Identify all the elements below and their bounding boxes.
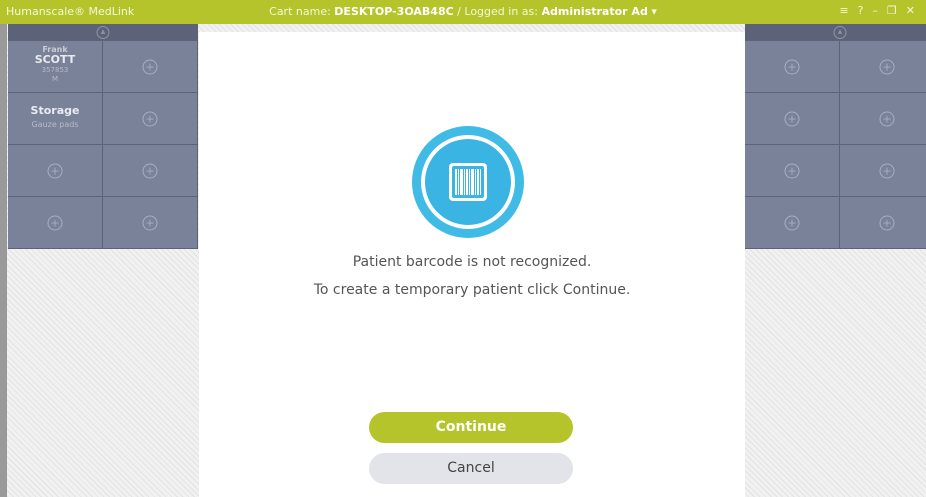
- cart-label: Cart name:: [269, 5, 331, 18]
- cart-name: DESKTOP-3OAB48C: [334, 5, 454, 18]
- drawer-empty[interactable]: +: [840, 197, 926, 249]
- patient-sex: M: [51, 75, 59, 83]
- barcode-glyph: [449, 163, 487, 201]
- drawer-empty[interactable]: +: [745, 93, 840, 145]
- drawer-empty[interactable]: +: [840, 41, 926, 93]
- barcode-icon: [412, 126, 524, 238]
- barcode-dialog: Patient barcode is not recognized. To cr…: [199, 32, 745, 497]
- window-controls: ≡?–❐✕: [839, 4, 924, 17]
- drawer-empty[interactable]: +: [840, 93, 926, 145]
- patient-last-name: SCOTT: [34, 53, 76, 66]
- drawer-empty[interactable]: +: [8, 197, 103, 249]
- patient-id: 357853: [41, 66, 69, 74]
- add-icon: +: [879, 163, 895, 178]
- drawer-empty[interactable]: +: [103, 41, 198, 93]
- add-icon: +: [879, 215, 895, 230]
- continue-button[interactable]: Continue: [369, 412, 573, 443]
- drawer-empty[interactable]: +: [745, 197, 840, 249]
- drawer-empty[interactable]: +: [103, 93, 198, 145]
- barcode-icon-ring: [421, 135, 515, 229]
- session-info: Cart name: DESKTOP-3OAB48C / Logged in a…: [0, 5, 926, 18]
- drawer-storage[interactable]: Storage Gauze pads: [8, 93, 103, 145]
- storage-title: Storage: [30, 104, 80, 117]
- title-bar: Humanscale® MedLink Cart name: DESKTOP-3…: [0, 0, 926, 24]
- logged-in-label: Logged in as:: [464, 5, 538, 18]
- cancel-button[interactable]: Cancel: [369, 453, 573, 484]
- add-icon: +: [784, 215, 800, 230]
- drawer-empty[interactable]: +: [745, 145, 840, 197]
- error-message-line1: Patient barcode is not recognized.: [352, 254, 592, 270]
- close-icon[interactable]: ✕: [906, 4, 924, 17]
- add-icon: +: [784, 111, 800, 126]
- left-drawer-panel: ▴ Frank SCOTT 357853 M + Storage Gauze p…: [8, 24, 198, 249]
- user-name[interactable]: Administrator Ad: [541, 5, 647, 18]
- drawer-empty[interactable]: +: [103, 145, 198, 197]
- restore-icon[interactable]: ❐: [887, 4, 906, 17]
- panel-collapse-icon[interactable]: ▴: [96, 26, 110, 39]
- drawer-patient-frank-scott[interactable]: Frank SCOTT 357853 M: [8, 41, 103, 93]
- error-message-line2: To create a temporary patient click Cont…: [313, 282, 631, 298]
- right-drawer-grid: + + + + + + + +: [745, 41, 926, 249]
- add-icon: +: [47, 163, 63, 178]
- right-drawer-panel: ▴ + + + + + + + +: [745, 24, 926, 249]
- user-dropdown-icon[interactable]: ▾: [651, 5, 657, 18]
- separator: /: [457, 5, 461, 18]
- minimize-icon[interactable]: –: [872, 4, 887, 17]
- drawer-empty[interactable]: +: [8, 145, 103, 197]
- add-icon: +: [142, 111, 158, 126]
- menu-icon[interactable]: ≡: [839, 4, 857, 17]
- left-drawer-grid: Frank SCOTT 357853 M + Storage Gauze pad…: [8, 41, 198, 249]
- add-icon: +: [47, 215, 63, 230]
- add-icon: +: [879, 59, 895, 74]
- add-icon: +: [784, 163, 800, 178]
- add-icon: +: [142, 59, 158, 74]
- add-icon: +: [784, 59, 800, 74]
- add-icon: +: [142, 163, 158, 178]
- panel-collapse-icon[interactable]: ▴: [833, 26, 847, 39]
- left-panel-header: ▴: [8, 24, 198, 41]
- barcode-icon-core: [425, 139, 511, 225]
- add-icon: +: [879, 111, 895, 126]
- help-icon[interactable]: ?: [858, 4, 873, 17]
- drawer-empty[interactable]: +: [103, 197, 198, 249]
- add-icon: +: [142, 215, 158, 230]
- right-panel-header: ▴: [745, 24, 926, 41]
- drawer-empty[interactable]: +: [745, 41, 840, 93]
- storage-subtitle: Gauze pads: [31, 120, 79, 129]
- drawer-empty[interactable]: +: [840, 145, 926, 197]
